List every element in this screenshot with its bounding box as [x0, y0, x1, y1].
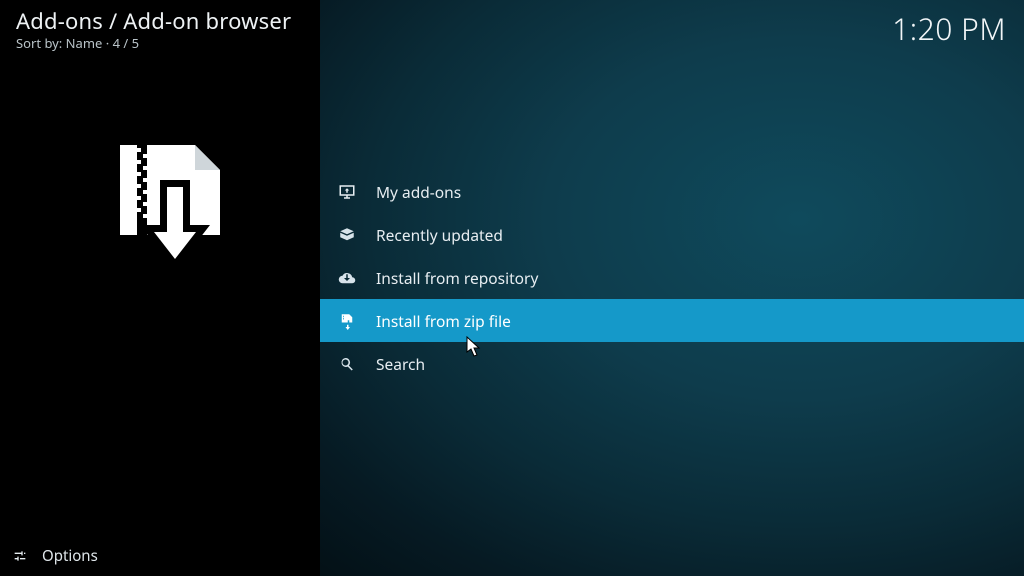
sort-indicator: Sort by: Name · 4 / 5	[16, 34, 139, 52]
menu-item-search[interactable]: Search	[320, 342, 1024, 385]
search-icon	[338, 355, 356, 373]
addon-browser-list: My add-ons Recently updated Install from…	[320, 0, 1024, 576]
breadcrumb: Add-ons / Add-on browser	[16, 6, 291, 36]
sidebar: Add-ons / Add-on browser Sort by: Name ·…	[0, 0, 320, 576]
open-box-icon	[338, 226, 356, 244]
menu-item-install-from-repository[interactable]: Install from repository	[320, 256, 1024, 299]
menu-item-label: Recently updated	[376, 224, 503, 246]
menu-item-label: Install from repository	[376, 267, 538, 289]
cloud-download-icon	[338, 269, 356, 287]
menu-item-recently-updated[interactable]: Recently updated	[320, 213, 1024, 256]
sliders-icon	[12, 548, 28, 564]
options-label: Options	[42, 546, 98, 566]
menu-item-label: Install from zip file	[376, 310, 511, 332]
menu-item-install-from-zip[interactable]: Install from zip file	[320, 299, 1024, 342]
zip-download-icon	[338, 312, 356, 330]
menu-item-label: My add-ons	[376, 181, 461, 203]
menu-item-label: Search	[376, 353, 425, 375]
monitor-icon	[338, 183, 356, 201]
addon-installer-icon	[0, 140, 320, 280]
menu-item-my-addons[interactable]: My add-ons	[320, 170, 1024, 213]
options-button[interactable]: Options	[0, 536, 320, 576]
